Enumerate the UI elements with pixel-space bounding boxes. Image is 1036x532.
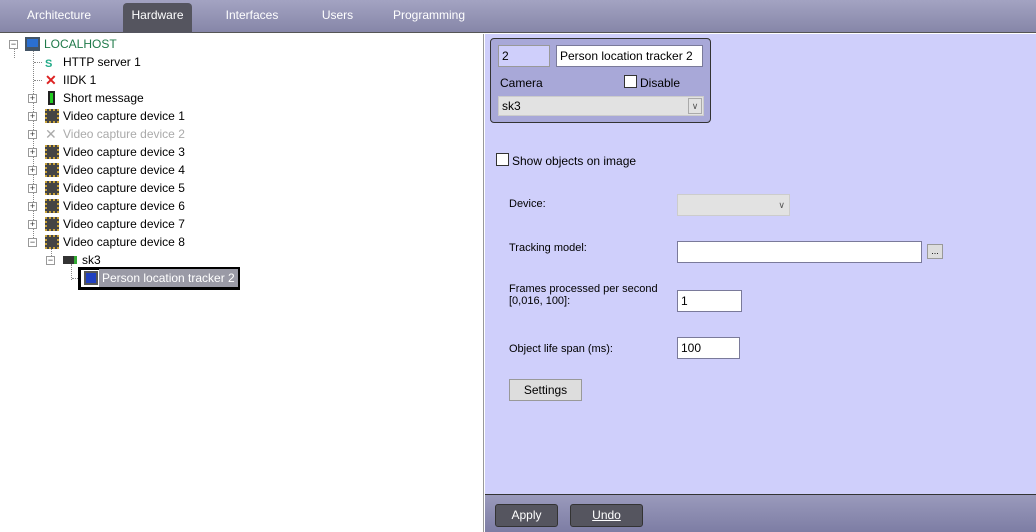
expand-icon[interactable]: +	[28, 94, 37, 103]
object-name-field[interactable]: Person location tracker 2	[556, 45, 703, 67]
apply-button[interactable]: Apply	[495, 504, 558, 527]
show-objects-checkbox[interactable]	[496, 153, 509, 166]
tree-node-video-capture-4[interactable]: + Video capture device 4	[0, 161, 300, 179]
expand-icon[interactable]: +	[28, 148, 37, 157]
tree-node-short-message[interactable]: + Short message	[0, 89, 300, 107]
expand-icon[interactable]: +	[28, 166, 37, 175]
capture-board-icon	[45, 235, 59, 249]
object-id-field[interactable]: 2	[498, 45, 550, 67]
collapse-icon[interactable]: −	[46, 256, 55, 265]
chevron-down-icon: ∨	[688, 98, 702, 114]
tree-node-video-capture-7[interactable]: + Video capture device 7	[0, 215, 300, 233]
fps-label: Frames processed per second	[509, 283, 658, 295]
tree-node-video-capture-1[interactable]: + Video capture device 1	[0, 107, 300, 125]
settings-panel: 2 Person location tracker 2 Camera Disab…	[485, 34, 1036, 494]
capture-board-icon	[45, 217, 59, 231]
lifespan-field[interactable]: 100	[677, 337, 740, 359]
tab-hardware[interactable]: Hardware	[123, 3, 192, 33]
tab-interfaces[interactable]: Interfaces	[220, 3, 284, 33]
lifespan-label: Object life span (ms):	[509, 343, 613, 355]
tree-node-video-capture-6[interactable]: + Video capture device 6	[0, 197, 300, 215]
tab-programming[interactable]: Programming	[390, 3, 468, 33]
settings-button[interactable]: Settings	[509, 379, 582, 401]
tree-node-video-capture-3[interactable]: + Video capture device 3	[0, 143, 300, 161]
tree-node-video-capture-5[interactable]: + Video capture device 5	[0, 179, 300, 197]
capture-board-icon	[45, 145, 59, 159]
show-objects-label: Show objects on image	[512, 154, 637, 168]
chevron-down-icon: ∨	[778, 200, 785, 210]
expand-icon[interactable]: +	[28, 220, 37, 229]
top-tab-bar: Architecture Hardware Interfaces Users P…	[0, 0, 1036, 33]
undo-button[interactable]: Undo	[570, 504, 643, 527]
browse-button[interactable]: ...	[927, 244, 943, 259]
tab-architecture[interactable]: Architecture	[18, 3, 100, 33]
tracking-model-label: Tracking model:	[509, 242, 587, 254]
tree-node-video-capture-8[interactable]: − Video capture device 8	[0, 233, 300, 251]
device-label: Device:	[509, 198, 546, 210]
camera-label: Camera	[500, 76, 543, 90]
fps-range-label: [0,016, 100]:	[509, 295, 571, 307]
camera-select-value: sk3	[502, 99, 521, 113]
computer-icon	[25, 37, 40, 51]
server-icon: S	[45, 58, 53, 70]
capture-board-icon	[45, 199, 59, 213]
disable-checkbox[interactable]	[624, 75, 637, 88]
disabled-x-icon: ✕	[45, 72, 57, 88]
phone-icon	[48, 91, 55, 105]
tree-node-localhost[interactable]: − LOCALHOST	[0, 35, 300, 53]
expand-icon[interactable]: +	[28, 184, 37, 193]
tracker-icon	[84, 271, 98, 285]
expand-icon[interactable]: +	[28, 130, 37, 139]
fps-field[interactable]: 1	[677, 290, 742, 312]
capture-board-icon	[45, 163, 59, 177]
collapse-icon[interactable]: −	[28, 238, 37, 247]
collapse-icon[interactable]: −	[9, 40, 18, 49]
tree-node-person-location-tracker[interactable]: Person location tracker 2	[0, 267, 300, 290]
disabled-x-icon: ✕	[45, 126, 57, 142]
disable-label: Disable	[640, 76, 681, 90]
object-header-group: 2 Person location tracker 2 Camera Disab…	[490, 38, 711, 123]
camera-select[interactable]: sk3 ∨	[498, 96, 704, 116]
tree-node-http-server[interactable]: S HTTP server 1	[0, 53, 300, 71]
tree-node-iidk[interactable]: ✕ IIDK 1	[0, 71, 300, 89]
footer-bar: Apply Undo	[485, 494, 1036, 532]
expand-icon[interactable]: +	[28, 112, 37, 121]
capture-board-icon	[45, 181, 59, 195]
camera-icon	[63, 256, 77, 264]
device-select[interactable]: ∨	[677, 194, 790, 216]
expand-icon[interactable]: +	[28, 202, 37, 211]
tree-node-video-capture-2[interactable]: + ✕ Video capture device 2	[0, 125, 300, 143]
tracking-model-field[interactable]	[677, 241, 922, 263]
tab-users[interactable]: Users	[315, 3, 360, 33]
hardware-tree: − LOCALHOST S HTTP server 1 ✕ IIDK 1 + S…	[0, 34, 484, 532]
capture-board-icon	[45, 109, 59, 123]
